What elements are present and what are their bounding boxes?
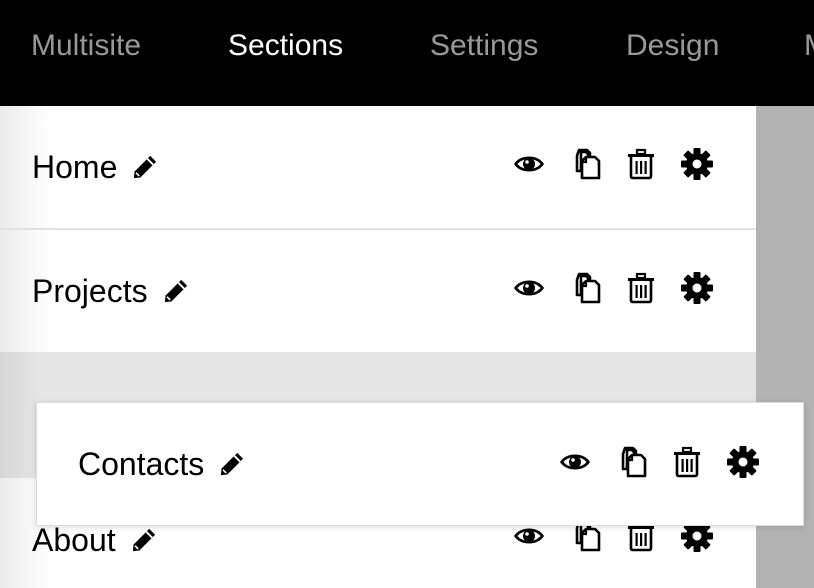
section-row-home[interactable]: Home [0, 106, 756, 230]
trash-icon[interactable] [624, 147, 658, 181]
gear-icon[interactable] [726, 445, 760, 479]
nav-tab-sections[interactable]: Sections [228, 28, 343, 64]
section-row-projects[interactable]: Projects [0, 230, 756, 354]
section-title-wrap: Projects [32, 272, 190, 310]
copy-icon[interactable] [614, 445, 648, 479]
nav-tab-design[interactable]: Design [626, 28, 719, 64]
section-title-wrap: About [32, 521, 158, 559]
section-title-wrap: Home [32, 148, 159, 186]
copy-icon[interactable] [568, 271, 602, 305]
gear-icon[interactable] [680, 147, 714, 181]
pencil-icon[interactable] [131, 153, 159, 181]
section-row-contacts-dragging[interactable]: Contacts [36, 402, 804, 526]
copy-icon[interactable] [568, 147, 602, 181]
nav-tab-more[interactable]: M [804, 28, 814, 64]
section-title: Projects [32, 273, 148, 309]
top-navigation: Multisite Sections Settings Design M [0, 0, 814, 106]
eye-icon[interactable] [512, 147, 546, 181]
trash-icon[interactable] [624, 271, 658, 305]
nav-tab-settings[interactable]: Settings [430, 28, 538, 64]
eye-icon[interactable] [558, 445, 592, 479]
gear-icon[interactable] [680, 271, 714, 305]
section-title: Home [32, 149, 118, 185]
pencil-icon[interactable] [162, 277, 190, 305]
section-title: About [32, 522, 116, 558]
eye-icon[interactable] [512, 271, 546, 305]
section-title-wrap: Contacts [78, 445, 246, 483]
nav-tab-multisite[interactable]: Multisite [31, 28, 141, 64]
trash-icon[interactable] [670, 445, 704, 479]
pencil-icon[interactable] [130, 526, 158, 554]
section-title: Contacts [78, 446, 205, 482]
pencil-icon[interactable] [218, 450, 246, 478]
